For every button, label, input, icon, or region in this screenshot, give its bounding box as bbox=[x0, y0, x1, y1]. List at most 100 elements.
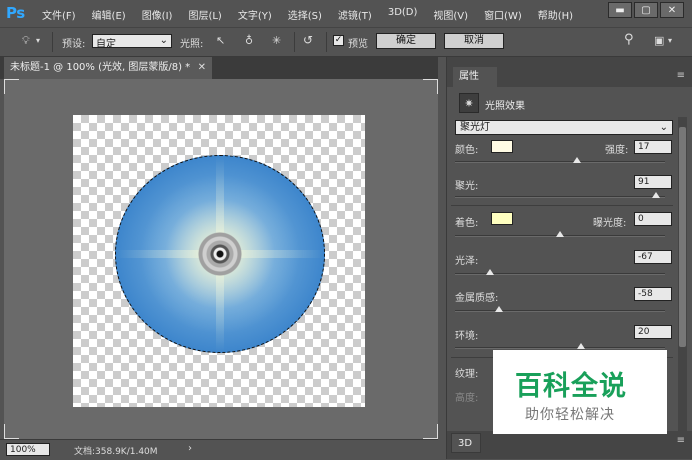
intensity-slider-thumb[interactable] bbox=[572, 157, 581, 163]
panel-menu-icon[interactable]: ≡ bbox=[677, 435, 685, 446]
chevron-right-icon[interactable]: › bbox=[188, 443, 192, 454]
menu-help[interactable]: 帮助(H) bbox=[538, 7, 573, 22]
reset-icon[interactable]: ↺ bbox=[303, 33, 313, 47]
lights-label: 光照: bbox=[180, 39, 204, 50]
gloss-label: 光泽: bbox=[455, 256, 479, 267]
ok-button[interactable]: 确定 bbox=[376, 33, 436, 49]
intensity-slider[interactable] bbox=[455, 157, 665, 163]
panel-scrollbar[interactable] bbox=[678, 117, 687, 432]
hotspot-label: 聚光: bbox=[455, 181, 479, 192]
corner-handle bbox=[423, 79, 438, 94]
lightbulb-icon[interactable]: 💡︎ bbox=[22, 34, 30, 48]
preview-label: 预览 bbox=[348, 39, 368, 50]
hotspot-slider[interactable] bbox=[455, 192, 665, 198]
properties-header: ✷ 光照效果 bbox=[457, 93, 687, 115]
gloss-slider-thumb[interactable] bbox=[485, 269, 494, 275]
chevron-down-icon: ⌄ bbox=[659, 122, 668, 133]
status-bar: 100% 文档:358.9K/1.40M › bbox=[0, 439, 438, 460]
menu-layer[interactable]: 图层(L) bbox=[188, 7, 221, 22]
chevron-down-icon[interactable]: ▾ bbox=[36, 36, 40, 45]
gloss-slider[interactable] bbox=[455, 269, 665, 275]
menu-3d[interactable]: 3D(D) bbox=[388, 7, 418, 22]
close-button[interactable]: ✕ bbox=[660, 2, 684, 18]
watermark-subtitle: 助你轻松解决 bbox=[525, 407, 615, 423]
restore-button[interactable]: ▢ bbox=[634, 2, 658, 18]
menu-items: 文件(F) 编辑(E) 图像(I) 图层(L) 文字(Y) 选择(S) 滤镜(T… bbox=[42, 7, 589, 22]
exposure-slider[interactable] bbox=[455, 231, 665, 237]
properties-title: 光照效果 bbox=[485, 101, 525, 112]
light-type-select[interactable]: 聚光灯 ⌄ bbox=[455, 120, 673, 135]
watermark: 百科全说 助你轻松解决 bbox=[493, 350, 667, 434]
exposure-slider-thumb[interactable] bbox=[556, 231, 564, 237]
metallic-input[interactable]: -58 bbox=[634, 287, 672, 301]
zoom-field[interactable]: 100% bbox=[6, 443, 50, 456]
metallic-slider[interactable] bbox=[455, 306, 665, 312]
exposure-input[interactable]: 0 bbox=[634, 212, 672, 226]
metallic-slider-thumb[interactable] bbox=[495, 306, 504, 312]
menu-type[interactable]: 文字(Y) bbox=[238, 7, 272, 22]
document-info: 文档:358.9K/1.40M bbox=[74, 447, 158, 457]
workspace-icon[interactable]: ▣ bbox=[654, 34, 664, 47]
close-icon[interactable]: ✕ bbox=[198, 57, 206, 79]
infinite-light-icon[interactable]: ✳ bbox=[272, 34, 281, 47]
preset-select[interactable]: 自定 ⌄ bbox=[92, 34, 172, 50]
ambience-input[interactable]: 20 bbox=[634, 325, 672, 339]
ambience-slider-thumb[interactable] bbox=[577, 343, 585, 349]
chevron-down-icon: ⌄ bbox=[159, 35, 168, 46]
document-tab-strip: 未标题-1 @ 100% (光效, 图层蒙版/8) * ✕ bbox=[0, 57, 438, 79]
menu-window[interactable]: 窗口(W) bbox=[484, 7, 522, 22]
document-tab[interactable]: 未标题-1 @ 100% (光效, 图层蒙版/8) * ✕ bbox=[4, 57, 212, 79]
texture-label: 纹理: bbox=[455, 369, 479, 380]
menu-image[interactable]: 图像(I) bbox=[142, 7, 173, 22]
height-label: 高度: bbox=[455, 393, 479, 404]
photoshop-logo: Ps bbox=[6, 4, 25, 22]
watermark-title: 百科全说 bbox=[515, 371, 627, 402]
panel-bottom-strip bbox=[447, 431, 692, 459]
document-tab-title: 未标题-1 @ 100% (光效, 图层蒙版/8) * bbox=[10, 62, 191, 73]
menu-filter[interactable]: 滤镜(T) bbox=[338, 7, 372, 22]
light-center-handle[interactable] bbox=[198, 232, 242, 276]
intensity-input[interactable]: 17 bbox=[634, 140, 672, 154]
point-light-icon[interactable]: ♁ bbox=[245, 34, 253, 47]
ambience-slider[interactable] bbox=[455, 343, 665, 349]
corner-handle bbox=[4, 424, 19, 439]
light-type-value: 聚光灯 bbox=[460, 122, 490, 133]
tab-3d[interactable]: 3D bbox=[451, 433, 481, 453]
hotspot-slider-thumb[interactable] bbox=[651, 192, 660, 198]
cancel-button[interactable]: 取消 bbox=[444, 33, 504, 49]
panel-scrollbar-thumb[interactable] bbox=[679, 127, 686, 347]
menu-select[interactable]: 选择(S) bbox=[288, 7, 322, 22]
chevron-down-icon[interactable]: ▾ bbox=[668, 36, 672, 45]
menu-edit[interactable]: 编辑(E) bbox=[92, 7, 126, 22]
light-color-swatch[interactable] bbox=[491, 140, 513, 153]
menu-bar: Ps 文件(F) 编辑(E) 图像(I) 图层(L) 文字(Y) 选择(S) 滤… bbox=[0, 0, 692, 28]
divider bbox=[52, 32, 53, 52]
preset-label: 预设: bbox=[62, 39, 86, 50]
light-effects-icon: ✷ bbox=[459, 93, 479, 113]
options-bar: 💡︎ ▾ 预设: 自定 ⌄ 光照: ↖ ♁ ✳ ↺ ✓ 预览 确定 取消 ⚲ ▣… bbox=[0, 28, 692, 57]
transparent-canvas[interactable] bbox=[73, 115, 365, 407]
search-icon[interactable]: ⚲ bbox=[624, 32, 634, 47]
minimize-button[interactable]: ▬ bbox=[608, 2, 632, 18]
intensity-label: 强度: bbox=[605, 145, 629, 156]
color-label: 颜色: bbox=[455, 145, 479, 156]
window-controls: ▬ ▢ ✕ bbox=[608, 2, 684, 18]
lit-circle-selection[interactable] bbox=[115, 155, 325, 353]
divider bbox=[451, 205, 673, 206]
menu-file[interactable]: 文件(F) bbox=[42, 7, 76, 22]
ambience-label: 环境: bbox=[455, 331, 479, 342]
menu-view[interactable]: 视图(V) bbox=[433, 7, 468, 22]
colorize-label: 着色: bbox=[455, 218, 479, 229]
tab-properties[interactable]: 属性 bbox=[453, 67, 497, 87]
colorize-swatch[interactable] bbox=[491, 212, 513, 225]
canvas-area[interactable] bbox=[4, 79, 438, 439]
spotlight-icon[interactable]: ↖ bbox=[216, 34, 225, 47]
divider bbox=[294, 32, 295, 52]
corner-handle bbox=[4, 79, 19, 94]
panel-top-strip bbox=[447, 57, 692, 67]
preview-checkbox[interactable]: ✓ bbox=[333, 35, 344, 46]
corner-handle bbox=[423, 424, 438, 439]
hotspot-input[interactable]: 91 bbox=[634, 175, 672, 189]
gloss-input[interactable]: -67 bbox=[634, 250, 672, 264]
panel-menu-icon[interactable]: ≡ bbox=[677, 70, 685, 81]
